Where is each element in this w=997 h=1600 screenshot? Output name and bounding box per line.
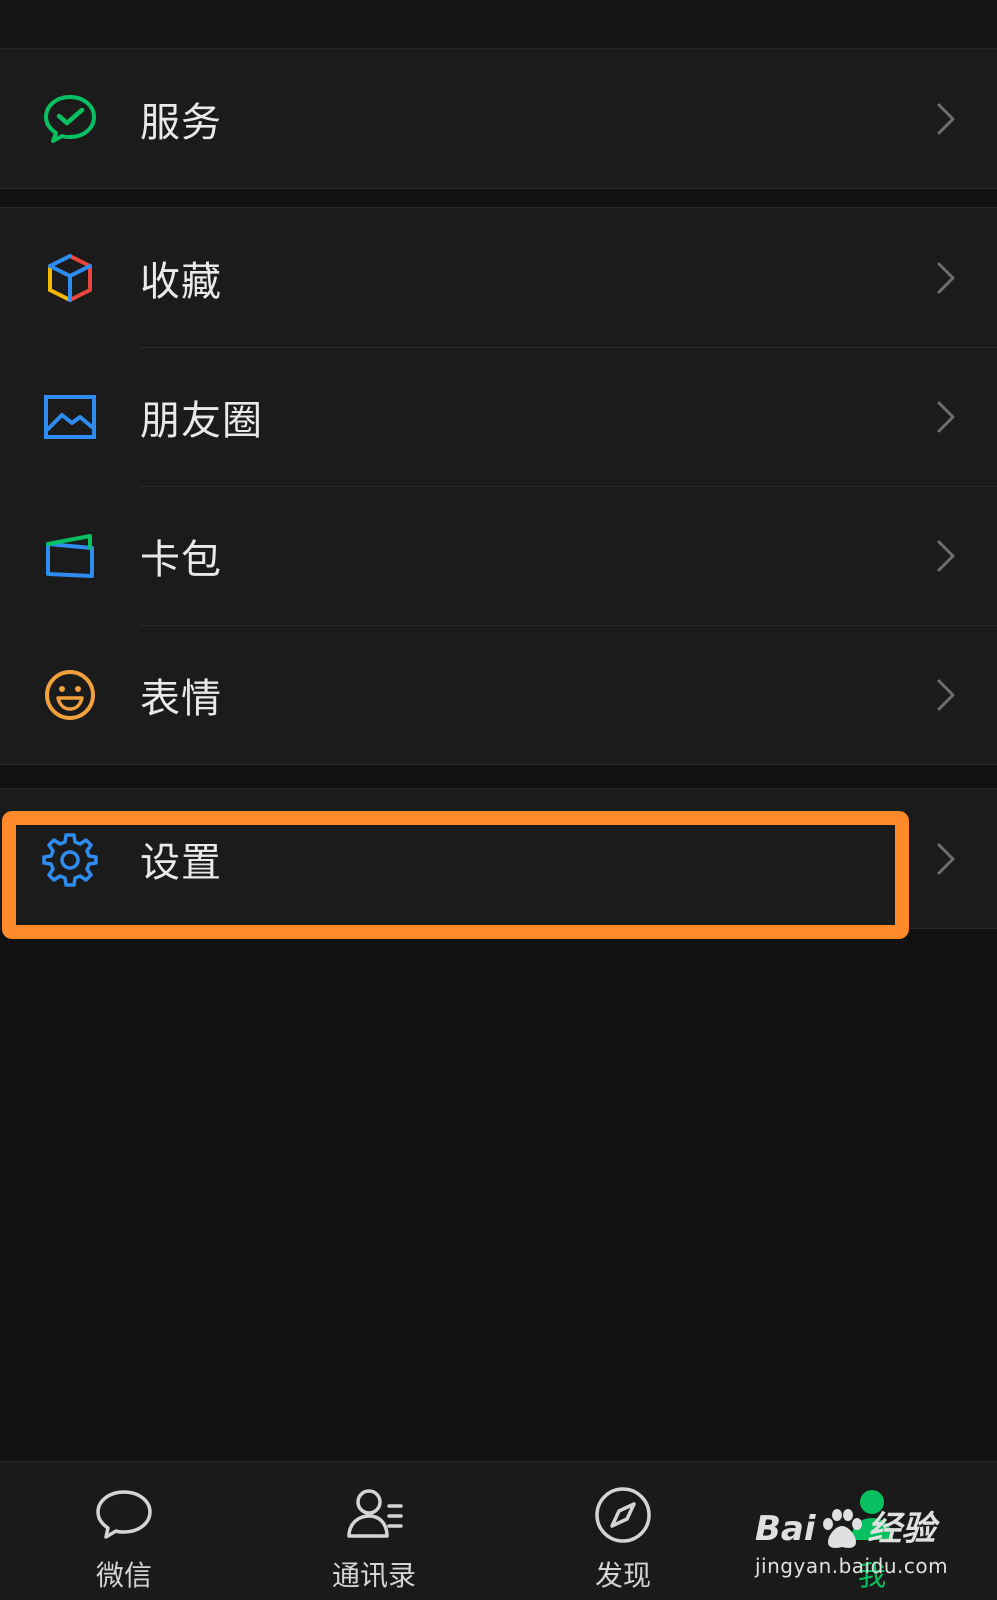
group-settings: 设置 bbox=[0, 788, 997, 929]
chevron-right-icon bbox=[937, 401, 955, 432]
tab-label-chats: 微信 bbox=[95, 1559, 152, 1592]
tab-chats[interactable]: 微信 bbox=[64, 1484, 184, 1594]
menu-label-moments: 朋友圈 bbox=[140, 397, 263, 444]
group-main: 收藏 朋友圈 卡包 表情 bbox=[0, 207, 997, 765]
bottom-tab-bar: 微信 通讯录 发现 我 bbox=[0, 1461, 997, 1600]
menu-item-moments[interactable]: 朋友圈 bbox=[0, 347, 997, 486]
tab-discover[interactable]: 发现 bbox=[563, 1484, 683, 1594]
chevron-right-icon bbox=[937, 540, 955, 571]
chevron-right-icon bbox=[937, 679, 955, 710]
smiley-face-icon bbox=[42, 667, 98, 723]
moments-photo-icon bbox=[42, 389, 98, 445]
menu-label-favorites: 收藏 bbox=[140, 258, 222, 305]
favorites-cube-icon bbox=[42, 250, 98, 306]
menu-label-services: 服务 bbox=[140, 99, 222, 146]
chat-bubble-icon bbox=[96, 1490, 152, 1539]
menu-item-settings[interactable]: 设置 bbox=[0, 789, 997, 928]
me-person-icon bbox=[851, 1490, 893, 1540]
tab-label-me: 我 bbox=[857, 1559, 886, 1592]
chevron-right-icon bbox=[937, 103, 955, 134]
menu-item-stickers[interactable]: 表情 bbox=[0, 625, 997, 764]
wechat-pay-icon bbox=[42, 91, 98, 147]
group-services: 服务 bbox=[0, 48, 997, 189]
menu-item-services[interactable]: 服务 bbox=[0, 49, 997, 188]
tab-label-discover: 发现 bbox=[594, 1559, 651, 1592]
chevron-right-icon bbox=[937, 843, 955, 874]
menu-item-favorites[interactable]: 收藏 bbox=[0, 208, 997, 347]
tab-me[interactable]: 我 bbox=[812, 1484, 932, 1594]
contacts-icon bbox=[347, 1489, 403, 1538]
menu-label-cards: 卡包 bbox=[140, 536, 222, 583]
menu-item-cards[interactable]: 卡包 bbox=[0, 486, 997, 625]
top-status-area bbox=[0, 0, 997, 49]
menu-label-settings: 设置 bbox=[140, 839, 222, 886]
card-wallet-icon bbox=[42, 528, 98, 584]
tab-contacts[interactable]: 通讯录 bbox=[314, 1484, 434, 1594]
gear-icon bbox=[42, 831, 98, 887]
tab-label-contacts: 通讯录 bbox=[331, 1559, 416, 1592]
chevron-right-icon bbox=[937, 262, 955, 293]
menu-label-stickers: 表情 bbox=[140, 675, 222, 722]
compass-icon bbox=[595, 1487, 651, 1543]
